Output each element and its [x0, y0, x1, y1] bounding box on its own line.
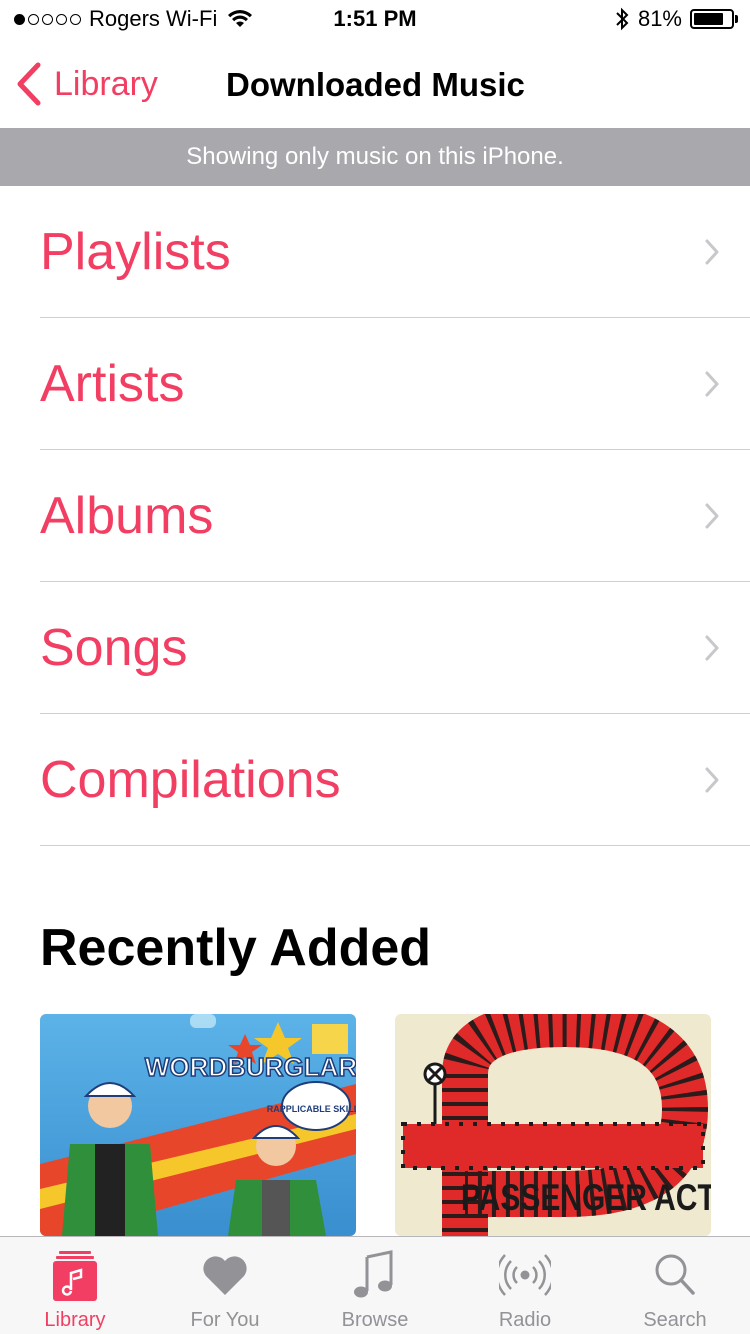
list-item-label: Artists [40, 355, 185, 413]
navigation-bar: Library Downloaded Music [0, 40, 750, 128]
battery-percent: 81% [637, 6, 682, 31]
list-item-playlists[interactable]: Playlists [0, 186, 750, 318]
list-item-compilations[interactable]: Compilations [0, 714, 750, 846]
search-icon [655, 1254, 695, 1295]
music-note-icon [354, 1250, 393, 1298]
list-item-label: Compilations [40, 751, 341, 809]
tab-browse[interactable]: Browse [300, 1237, 450, 1334]
album-art-passenger-action: PASSENGER ACTION [395, 1014, 711, 1236]
album-tile-wordburglar[interactable]: WORDBURGLAR RAPPLICABLE SKILLS [40, 1014, 356, 1236]
section-title-recently-added: Recently Added [40, 919, 432, 977]
album-tile-passenger-action[interactable]: PASSENGER ACTION [395, 1014, 711, 1236]
page-title: Downloaded Music [226, 66, 525, 103]
chevron-right-icon [705, 635, 719, 661]
tab-bar: Library For You Browse Radio Search [0, 1236, 750, 1334]
chevron-right-icon [705, 239, 719, 265]
tab-for-you[interactable]: For You [150, 1237, 300, 1334]
list-item-label: Albums [40, 487, 214, 545]
list-item-label: Playlists [40, 223, 231, 281]
chevron-left-icon [17, 62, 41, 106]
bluetooth-icon [616, 7, 629, 31]
divider [40, 845, 750, 846]
tab-label: Radio [498, 1309, 552, 1331]
screen: Rogers Wi-Fi 1:51 PM 81% Library Downloa… [0, 0, 750, 1334]
tab-label: Library [44, 1309, 106, 1331]
list-item-artists[interactable]: Artists [0, 318, 750, 450]
chevron-right-icon [705, 767, 719, 793]
tab-search[interactable]: Search [600, 1237, 750, 1334]
list-item-songs[interactable]: Songs [0, 582, 750, 714]
list-item-albums[interactable]: Albums [0, 450, 750, 582]
tab-label: Search [643, 1309, 707, 1331]
tab-radio[interactable]: Radio [450, 1237, 600, 1334]
status-bar: Rogers Wi-Fi 1:51 PM 81% [0, 0, 750, 40]
tab-label: Browse [341, 1309, 409, 1331]
list-item-label: Songs [40, 619, 188, 677]
status-right: 81% [614, 6, 738, 32]
signal-strength-icon [14, 13, 81, 25]
carrier-name: Rogers Wi-Fi [89, 6, 218, 31]
album-art-wordburglar: WORDBURGLAR RAPPLICABLE SKILLS [40, 1014, 356, 1236]
album-art-sub-lettering: RAPPLICABLE SKILLS [267, 1104, 356, 1114]
back-button-label: Library [54, 64, 158, 103]
chevron-right-icon [705, 503, 719, 529]
status-left: Rogers Wi-Fi [14, 6, 253, 32]
battery-icon [690, 9, 738, 29]
wifi-icon [228, 10, 253, 27]
library-icon [53, 1251, 97, 1301]
tab-label: For You [190, 1309, 260, 1331]
filter-banner: Showing only music on this iPhone. [0, 128, 750, 186]
album-art-lettering: WORDBURGLAR [145, 1052, 356, 1082]
chevron-right-icon [705, 371, 719, 397]
battery-level-fill [694, 13, 724, 25]
heart-icon [203, 1256, 247, 1295]
radio-icon [499, 1254, 551, 1296]
album-art-lettering: PASSENGER ACTION [461, 1177, 711, 1219]
library-list: Playlists Artists Albums Songs Compilati… [0, 186, 750, 846]
back-button[interactable]: Library [16, 62, 158, 106]
tab-library[interactable]: Library [0, 1237, 150, 1334]
